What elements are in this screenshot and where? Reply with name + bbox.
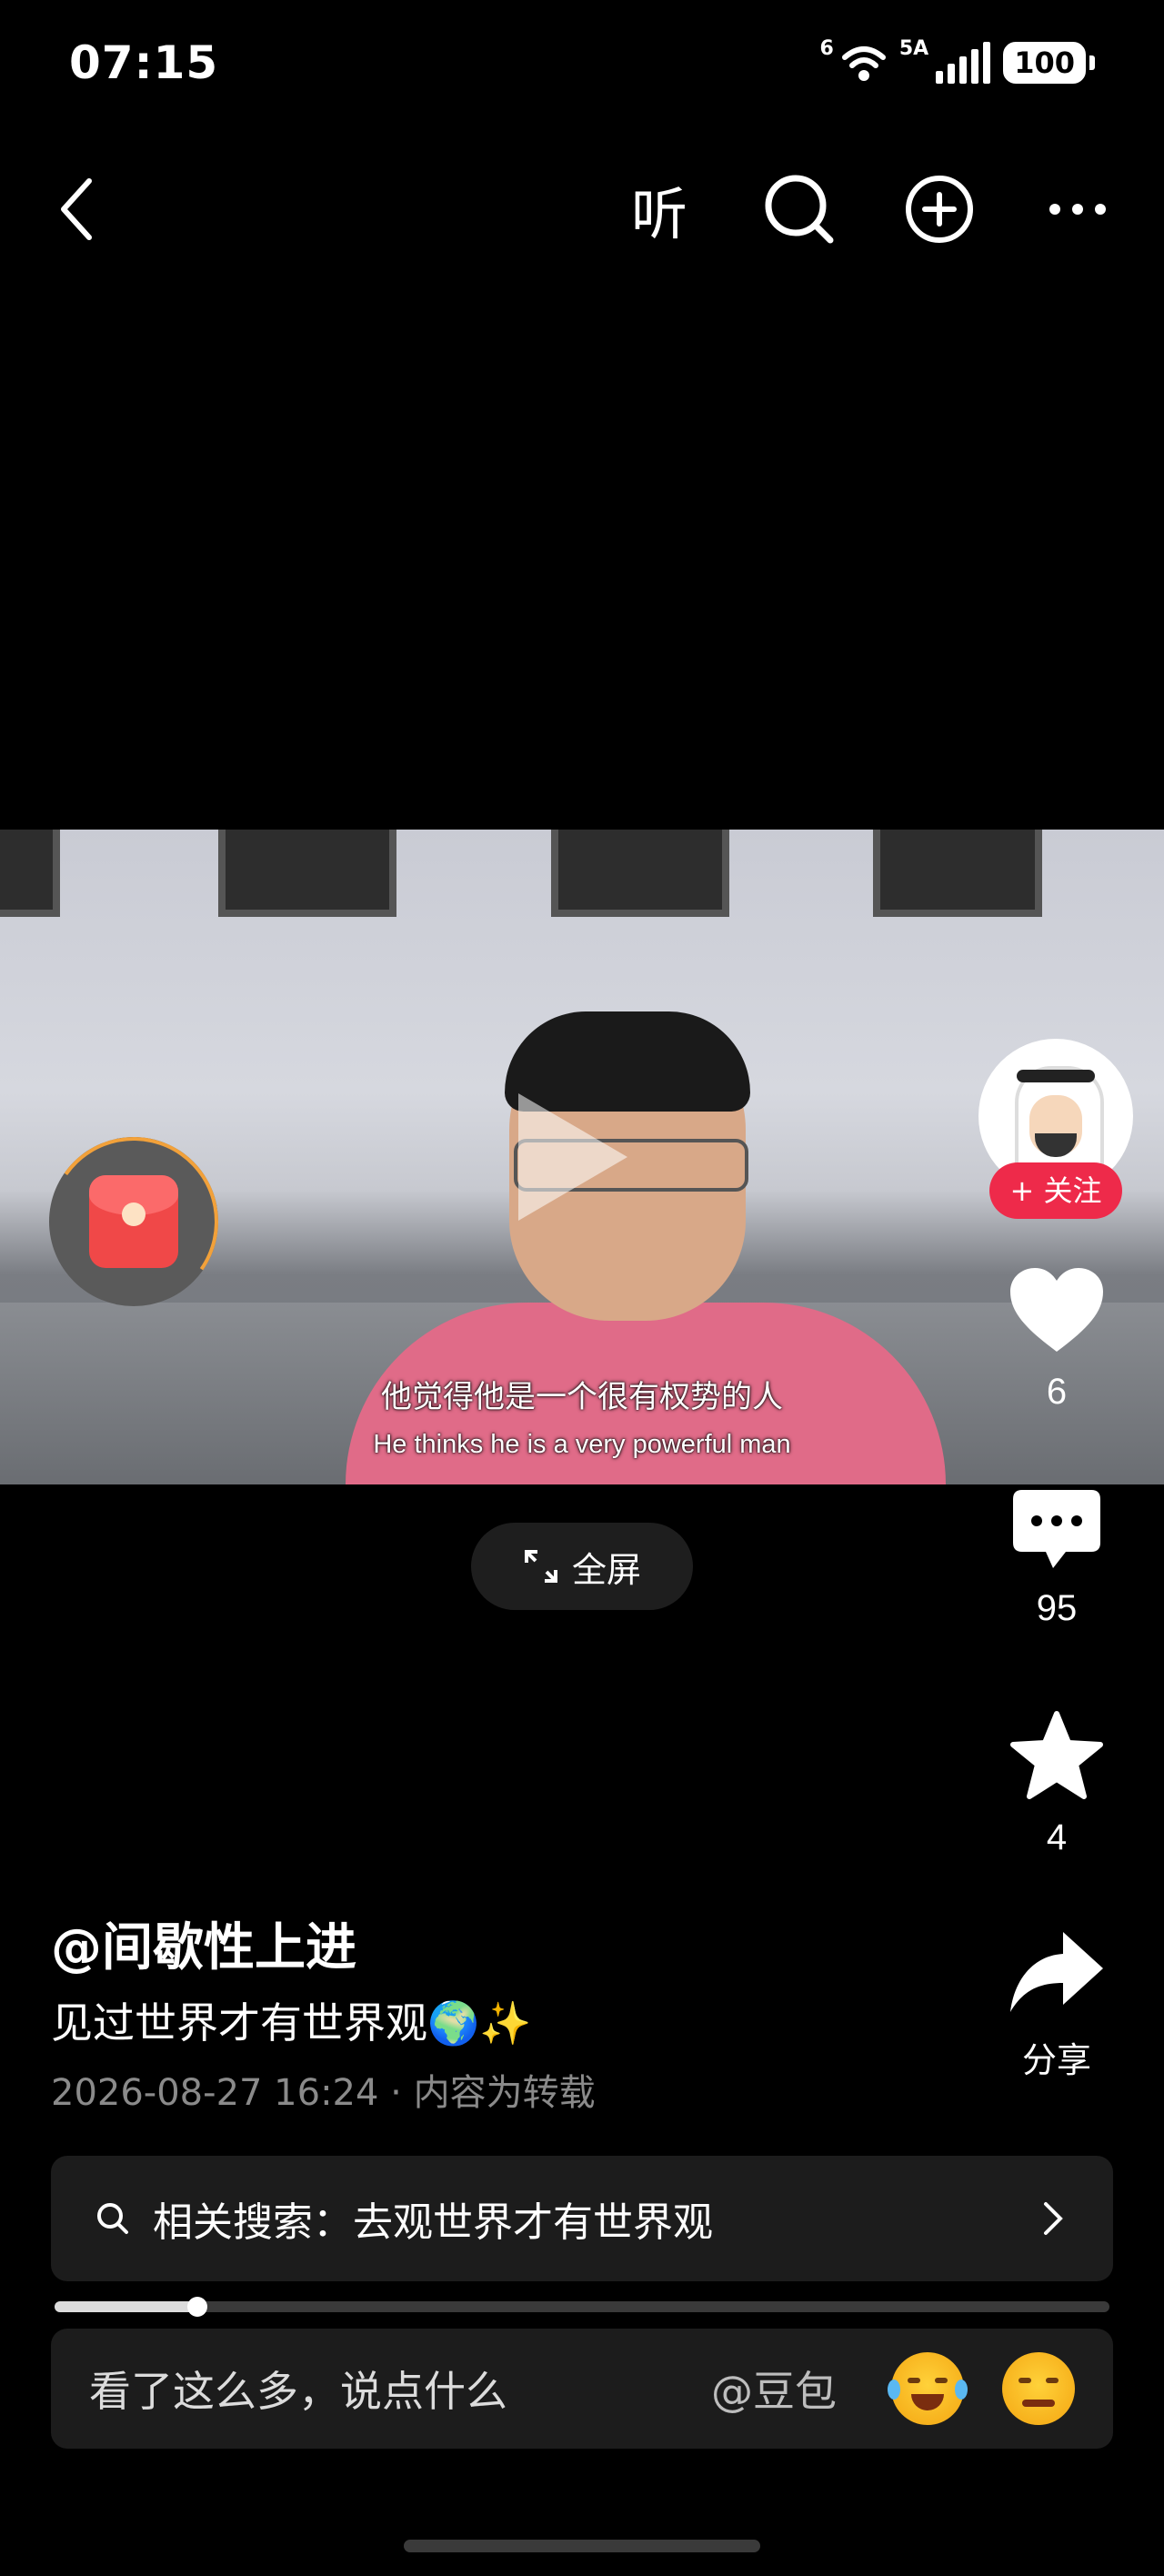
follow-button[interactable]: + 关注 <box>989 1162 1122 1219</box>
wall-frame <box>0 830 60 917</box>
emoji-tear <box>955 2380 968 2400</box>
cell-signal-icon <box>936 42 991 84</box>
emoji-eye <box>1018 2378 1031 2383</box>
emoji-tear <box>888 2380 900 2400</box>
emoji-mouth <box>911 2394 944 2410</box>
wifi-icon <box>841 46 886 81</box>
red-envelope-icon <box>89 1175 178 1268</box>
post-description: 见过世界才有世界观🌍✨ <box>51 1998 532 2048</box>
battery-tip <box>1089 55 1095 70</box>
emoji-mouth <box>1022 2400 1055 2407</box>
red-envelope-button[interactable] <box>35 1123 232 1320</box>
chevron-right-icon <box>1044 2202 1063 2235</box>
emoji-eye <box>935 2378 948 2383</box>
listen-button[interactable]: 听 <box>618 169 700 249</box>
like-button[interactable]: 6 <box>982 1264 1131 1413</box>
emoji-eye <box>908 2378 920 2383</box>
search-button[interactable] <box>758 169 840 249</box>
video-progress-bar[interactable] <box>55 2297 1109 2317</box>
battery-icon: 100 <box>1003 42 1086 84</box>
add-button[interactable] <box>898 169 980 249</box>
progress-fill <box>55 2301 197 2312</box>
wifi-label: 6 <box>819 36 834 60</box>
progress-handle[interactable] <box>186 2297 207 2317</box>
comment-icon <box>1013 1490 1100 1568</box>
cell-label: 5A <box>898 36 929 60</box>
related-search-bar[interactable]: 相关搜索：去观世界才有世界观 <box>51 2156 1113 2281</box>
search-icon <box>765 175 834 244</box>
thinking-emoji-icon[interactable] <box>1002 2352 1075 2425</box>
laugh-emoji-icon[interactable] <box>888 2352 968 2425</box>
comment-placeholder[interactable]: 看了这么多，说点什么 <box>89 2359 711 2419</box>
avatar-band <box>1017 1070 1095 1082</box>
play-icon[interactable] <box>518 1093 627 1221</box>
related-search-text: 相关搜索：去观世界才有世界观 <box>153 2199 713 2246</box>
wall-frame <box>551 830 729 917</box>
wall-frame <box>218 830 396 917</box>
favorite-count: 4 <box>1046 1817 1068 1857</box>
battery-level: 100 <box>1014 45 1075 80</box>
share-button[interactable]: 分享 <box>982 1928 1131 2082</box>
share-icon <box>1010 1932 1103 2012</box>
wall-frame <box>873 830 1042 917</box>
comment-count: 95 <box>1036 1588 1078 1628</box>
subtitle-english: He thinks he is a very powerful man <box>373 1430 791 1459</box>
author-name[interactable]: @间歇性上进 <box>51 1907 356 1980</box>
more-button[interactable] <box>1037 169 1119 249</box>
favorite-button[interactable]: 4 <box>982 1710 1131 1858</box>
comment-input-bar[interactable]: 看了这么多，说点什么 @豆包 <box>51 2329 1113 2449</box>
search-icon <box>97 2203 128 2234</box>
more-icon <box>1049 204 1106 215</box>
comment-button[interactable]: 95 <box>982 1486 1131 1629</box>
add-circle-icon <box>906 176 973 243</box>
back-icon <box>61 178 92 240</box>
like-count: 6 <box>1046 1372 1068 1412</box>
share-label: 分享 <box>1021 2042 1091 2080</box>
fullscreen-label: 全屏 <box>571 1549 641 1590</box>
home-indicator[interactable] <box>404 2540 760 2552</box>
mention-doubao-button[interactable]: @豆包 <box>711 2359 837 2419</box>
status-icons: 6 5A 100 <box>820 37 1095 84</box>
back-button[interactable] <box>40 169 113 249</box>
heart-icon <box>1010 1268 1103 1352</box>
status-time: 07:15 <box>69 36 219 89</box>
fullscreen-button[interactable]: 全屏 <box>471 1523 693 1610</box>
emoji-eye <box>1046 2378 1059 2383</box>
post-meta: 2026-08-27 16:24 · 内容为转载 <box>51 2072 596 2114</box>
fullscreen-icon <box>524 1550 557 1583</box>
star-icon <box>1010 1711 1103 1799</box>
